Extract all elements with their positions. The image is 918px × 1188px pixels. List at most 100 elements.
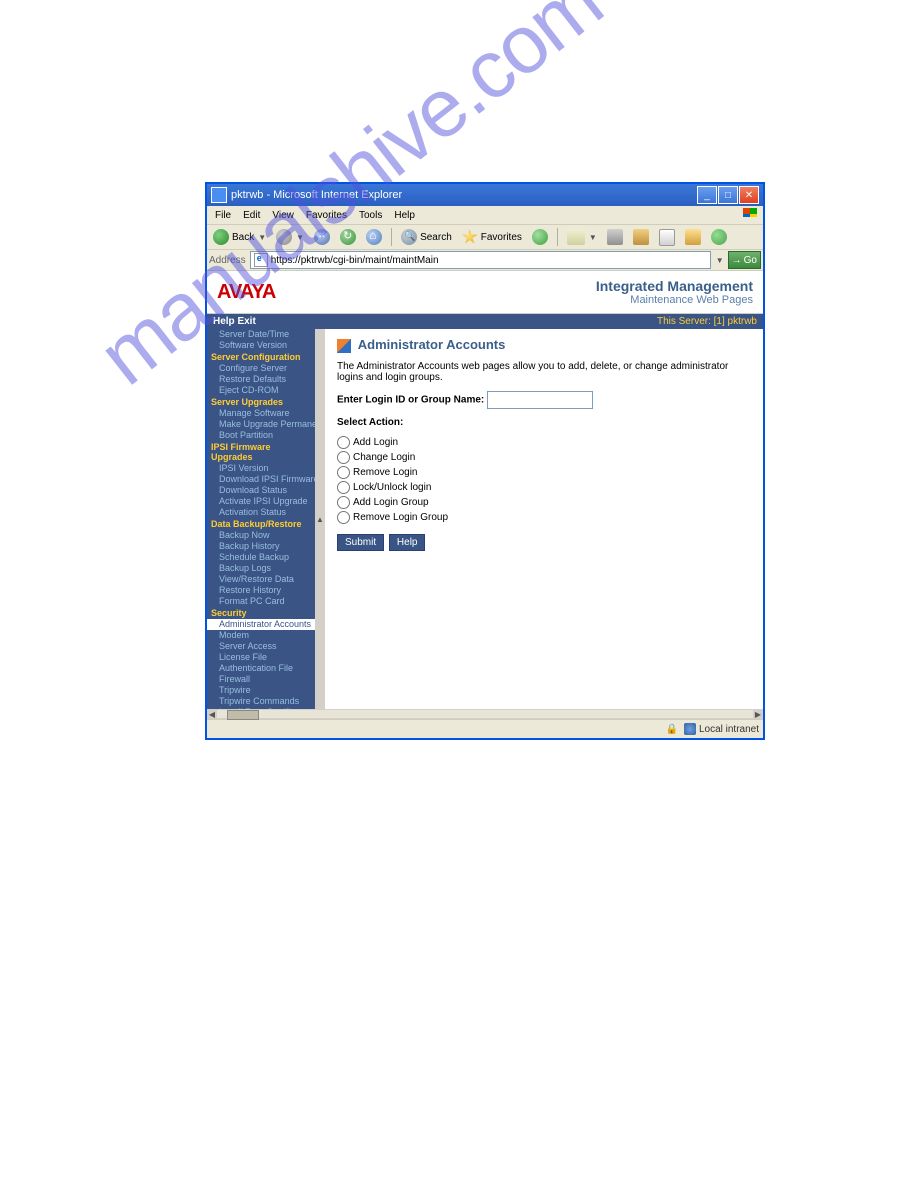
menu-help[interactable]: Help <box>388 208 421 223</box>
nav-subbar: Help Exit This Server: [1] pktrwb <box>207 314 763 329</box>
stop-button[interactable] <box>310 227 334 247</box>
page-title: Administrator Accounts <box>358 337 506 352</box>
scroll-thumb[interactable] <box>227 710 259 720</box>
sidebar-item[interactable]: View/Restore Data <box>207 574 315 585</box>
help-exit-link[interactable]: Help Exit <box>213 316 256 327</box>
action-option: Remove Login Group <box>337 511 751 524</box>
zone-icon <box>684 723 696 735</box>
action-radio[interactable] <box>337 511 350 524</box>
back-button[interactable]: Back ▼ <box>209 227 270 247</box>
menu-file[interactable]: File <box>209 208 237 223</box>
action-option: Lock/Unlock login <box>337 481 751 494</box>
mail-icon <box>567 229 585 245</box>
chevron-down-icon[interactable]: ▼ <box>716 256 724 265</box>
favorites-button[interactable]: Favorites <box>458 227 526 247</box>
submit-button[interactable]: Submit <box>337 534 384 551</box>
sidebar-item[interactable]: Download Status <box>207 485 315 496</box>
home-button[interactable] <box>362 227 386 247</box>
sidebar-item[interactable]: Install Root Certificate <box>207 707 315 709</box>
action-radio[interactable] <box>337 496 350 509</box>
scroll-right-arrow[interactable]: ▶ <box>753 710 763 719</box>
edit-button[interactable] <box>629 227 653 247</box>
minimize-button[interactable]: _ <box>697 186 717 204</box>
back-label: Back <box>232 232 254 243</box>
lock-icon: 🔒 <box>666 724 678 735</box>
menu-tools[interactable]: Tools <box>353 208 388 223</box>
go-button[interactable]: Go <box>728 251 761 269</box>
refresh-button[interactable] <box>336 227 360 247</box>
sidebar-item[interactable]: Format PC Card <box>207 596 315 607</box>
avaya-logo: AVAYA <box>217 281 275 304</box>
sidebar-item[interactable]: Authentication File <box>207 663 315 674</box>
sidebar-item[interactable]: Backup History <box>207 541 315 552</box>
security-zone: Local intranet <box>699 724 759 735</box>
sidebar-item[interactable]: Activation Status <box>207 507 315 518</box>
maximize-button[interactable]: □ <box>718 186 738 204</box>
close-button[interactable]: ✕ <box>739 186 759 204</box>
sidebar-item[interactable]: Boot Partition <box>207 430 315 441</box>
media-button[interactable] <box>528 227 552 247</box>
sidebar-item[interactable]: Software Version <box>207 340 315 351</box>
sidebar-item[interactable]: Server Date/Time <box>207 329 315 340</box>
search-button[interactable]: Search <box>397 227 456 247</box>
sidebar-item[interactable]: Restore Defaults <box>207 374 315 385</box>
menu-edit[interactable]: Edit <box>237 208 266 223</box>
action-radio[interactable] <box>337 436 350 449</box>
sidebar-nav: Server Date/TimeSoftware VersionServer C… <box>207 329 315 709</box>
sidebar-item[interactable]: Download IPSI Firmware <box>207 474 315 485</box>
sidebar-item[interactable]: Tripwire Commands <box>207 696 315 707</box>
help-button[interactable]: Help <box>389 534 426 551</box>
sidebar-item[interactable]: Administrator Accounts <box>207 619 315 630</box>
forward-button[interactable]: ▼ <box>272 227 308 247</box>
sidebar-item[interactable]: Activate IPSI Upgrade <box>207 496 315 507</box>
scroll-left-arrow[interactable]: ◀ <box>207 710 217 719</box>
sidebar-item[interactable]: License File <box>207 652 315 663</box>
action-option: Add Login Group <box>337 496 751 509</box>
address-input[interactable]: https://pktrwb/cgi-bin/maint/maintMain <box>250 251 711 269</box>
stop-icon <box>314 229 330 245</box>
folder-button[interactable] <box>681 227 705 247</box>
sidebar-item[interactable]: Eject CD-ROM <box>207 385 315 396</box>
sidebar-scroll-vertical[interactable]: ▲ <box>315 329 325 709</box>
page-button[interactable] <box>655 227 679 248</box>
scroll-track[interactable] <box>217 710 753 718</box>
sidebar-item[interactable]: Manage Software <box>207 408 315 419</box>
login-id-input[interactable] <box>487 391 593 409</box>
menu-favorites[interactable]: Favorites <box>300 208 353 223</box>
action-radio[interactable] <box>337 451 350 464</box>
print-icon <box>607 229 623 245</box>
print-button[interactable] <box>603 227 627 247</box>
sidebar-item[interactable]: Configure Server <box>207 363 315 374</box>
sidebar-item[interactable]: Make Upgrade Permanent <box>207 419 315 430</box>
messenger-icon <box>711 229 727 245</box>
banner-subtitle: Maintenance Web Pages <box>596 294 753 306</box>
window-title: pktrwb - Microsoft Internet Explorer <box>231 189 697 201</box>
sidebar-item[interactable]: Restore History <box>207 585 315 596</box>
mail-button[interactable]: ▼ <box>563 227 601 247</box>
sidebar-section: Server Configuration <box>207 351 315 363</box>
action-option: Add Login <box>337 436 751 449</box>
menu-view[interactable]: View <box>266 208 300 223</box>
ie-icon <box>211 187 227 203</box>
sidebar-item[interactable]: Backup Now <box>207 530 315 541</box>
action-radio[interactable] <box>337 466 350 479</box>
sidebar-item[interactable]: Backup Logs <box>207 563 315 574</box>
action-label: Lock/Unlock login <box>353 483 431 494</box>
sidebar-item[interactable]: Modem <box>207 630 315 641</box>
toolbar-separator <box>391 228 392 246</box>
action-radio[interactable] <box>337 481 350 494</box>
messenger-button[interactable] <box>707 227 731 247</box>
address-value: https://pktrwb/cgi-bin/maint/maintMain <box>271 255 439 266</box>
sidebar-item[interactable]: Server Access <box>207 641 315 652</box>
sidebar-item[interactable]: IPSI Version <box>207 463 315 474</box>
page-heading-icon <box>337 339 351 353</box>
status-bar: 🔒 Local intranet <box>207 719 763 738</box>
action-label: Change Login <box>353 453 415 464</box>
sidebar-item[interactable]: Firewall <box>207 674 315 685</box>
sidebar-scroll-horizontal[interactable]: ◀ ▶ <box>207 709 763 719</box>
browser-window: pktrwb - Microsoft Internet Explorer _ □… <box>206 183 764 739</box>
toolbar: Back ▼ ▼ Search Favorites ▼ <box>207 225 763 250</box>
back-icon <box>213 229 229 245</box>
sidebar-item[interactable]: Schedule Backup <box>207 552 315 563</box>
sidebar-item[interactable]: Tripwire <box>207 685 315 696</box>
